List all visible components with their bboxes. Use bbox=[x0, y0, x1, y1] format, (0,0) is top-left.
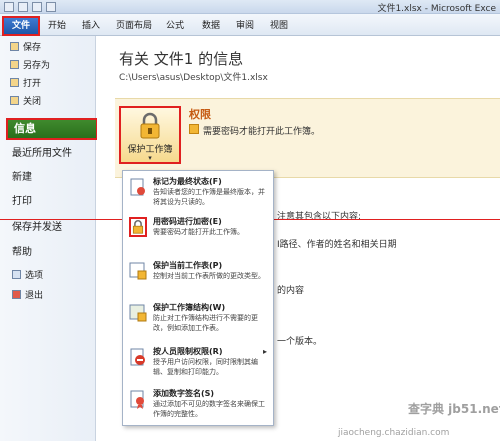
sheet-lock-icon bbox=[129, 262, 147, 280]
nav-print[interactable]: 打印 bbox=[12, 192, 32, 212]
menu-item-title: 保护工作簿结构(W) bbox=[153, 303, 226, 312]
nav-recent[interactable]: 最近所用文件 bbox=[12, 144, 72, 164]
nav-info[interactable]: 信息 bbox=[6, 118, 106, 140]
menu-item-desc: 防止对工作簿结构进行不需要的更改，例如添加工作表。 bbox=[153, 314, 258, 332]
protect-workbook-menu: 标记为最终状态(F) 告知读者您的工作簿是最终版本，并将其设为只读的。 用密码进… bbox=[122, 170, 274, 426]
tab-formulas[interactable]: 公式 bbox=[166, 18, 184, 34]
tab-data[interactable]: 数据 bbox=[202, 18, 220, 34]
nav-new[interactable]: 新建 bbox=[12, 168, 32, 188]
save-quick-icon[interactable] bbox=[18, 2, 28, 12]
save-icon bbox=[10, 42, 19, 51]
permissions-description: 需要密码才能打开此工作簿。 bbox=[203, 127, 321, 137]
watermark: 查字典 jb51.net bbox=[408, 402, 500, 416]
menu-item-desc: 控制对当前工作表所做的更改类型。 bbox=[153, 272, 265, 280]
folder-open-icon bbox=[10, 78, 19, 87]
menu-item-title: 保护当前工作表(P) bbox=[153, 261, 223, 270]
restrict-icon bbox=[130, 348, 145, 366]
tab-review[interactable]: 审阅 bbox=[236, 18, 254, 34]
menu-item-digital-signature[interactable]: 添加数字签名(S) 通过添加不可见的数字签名来确保工作簿的完整性。 bbox=[123, 385, 273, 425]
window-title: 文件1.xlsx - Microsoft Exce bbox=[377, 4, 496, 14]
exit-icon bbox=[12, 290, 21, 299]
chevron-down-icon: ▾ bbox=[148, 154, 152, 162]
chevron-right-icon: ▸ bbox=[262, 347, 267, 356]
tab-view[interactable]: 视图 bbox=[270, 18, 288, 34]
menu-item-desc: 告知读者您的工作簿是最终版本，并将其设为只读的。 bbox=[153, 188, 265, 206]
menu-item-desc: 需要密码才能打开此工作簿。 bbox=[153, 228, 244, 236]
inspect-content-text: 的内容 bbox=[277, 286, 305, 296]
menu-item-desc: 通过添加不可见的数字签名来确保工作簿的完整性。 bbox=[153, 400, 265, 418]
nav-close[interactable]: 关闭 bbox=[10, 94, 41, 110]
options-icon bbox=[12, 270, 21, 279]
ribbon-tabs: 文件 开始 插入 页面布局 公式 数据 审阅 视图 bbox=[0, 14, 500, 36]
inspect-detail-text: I路径、作者的姓名和相关日期 bbox=[277, 240, 397, 250]
signature-icon bbox=[130, 390, 144, 409]
title-bar: 文件1.xlsx - Microsoft Exce bbox=[0, 0, 500, 14]
menu-item-restrict-access[interactable]: 按人员限制权限(R) 授予用户访问权限，同时限制其编辑、复制和打印能力。 ▸ bbox=[123, 343, 273, 383]
menu-item-encrypt[interactable]: 用密码进行加密(E) 需要密码才能打开此工作簿。 bbox=[123, 213, 273, 253]
final-icon bbox=[130, 178, 145, 196]
nav-open[interactable]: 打开 bbox=[10, 76, 41, 92]
tab-home[interactable]: 开始 bbox=[48, 18, 66, 34]
nav-save[interactable]: 保存 bbox=[10, 40, 41, 56]
page-title: 有关 文件1 的信息 bbox=[119, 50, 244, 68]
undo-icon[interactable] bbox=[32, 2, 42, 12]
permissions-title: 权限 bbox=[189, 108, 211, 121]
menu-item-title: 按人员限制权限(R) bbox=[153, 347, 223, 356]
nav-exit[interactable]: 退出 bbox=[12, 288, 43, 304]
menu-item-protect-structure[interactable]: 保护工作簿结构(W) 防止对工作簿结构进行不需要的更改，例如添加工作表。 bbox=[123, 299, 273, 339]
watermark-url: jiaocheng.chazidian.com bbox=[338, 428, 450, 438]
save-as-icon bbox=[10, 60, 19, 69]
menu-item-title: 用密码进行加密(E) bbox=[153, 217, 222, 226]
inspect-text: 注意其包含以下内容: bbox=[277, 212, 362, 222]
close-file-icon bbox=[10, 96, 19, 105]
file-path: C:\Users\asus\Desktop\文件1.xlsx bbox=[119, 73, 268, 83]
nav-help[interactable]: 帮助 bbox=[12, 243, 32, 263]
padlock-icon bbox=[140, 112, 160, 139]
workbook-lock-icon bbox=[129, 304, 147, 322]
nav-options[interactable]: 选项 bbox=[12, 268, 43, 284]
warning-icon bbox=[189, 124, 199, 134]
menu-item-mark-final[interactable]: 标记为最终状态(F) 告知读者您的工作簿是最终版本，并将其设为只读的。 bbox=[123, 173, 273, 213]
nav-save-send[interactable]: 保存并发送 bbox=[12, 218, 62, 238]
tab-file[interactable]: 文件 bbox=[2, 16, 40, 36]
menu-item-title: 标记为最终状态(F) bbox=[153, 177, 222, 186]
nav-save-as[interactable]: 另存为 bbox=[10, 58, 50, 74]
redo-icon[interactable] bbox=[46, 2, 56, 12]
menu-item-title: 添加数字签名(S) bbox=[153, 389, 215, 398]
tab-insert[interactable]: 插入 bbox=[82, 18, 100, 34]
tab-page-layout[interactable]: 页面布局 bbox=[116, 18, 152, 34]
versions-text: 一个版本。 bbox=[277, 337, 323, 347]
protect-workbook-button[interactable]: 保护工作簿 ▾ bbox=[119, 106, 181, 164]
excel-logo-icon bbox=[4, 2, 14, 12]
menu-item-protect-sheet[interactable]: 保护当前工作表(P) 控制对当前工作表所做的更改类型。 bbox=[123, 257, 273, 297]
backstage-nav: 保存 另存为 打开 关闭 bbox=[0, 36, 96, 441]
menu-item-desc: 授予用户访问权限，同时限制其编辑、复制和打印能力。 bbox=[153, 358, 258, 376]
lock-key-icon bbox=[129, 217, 147, 237]
